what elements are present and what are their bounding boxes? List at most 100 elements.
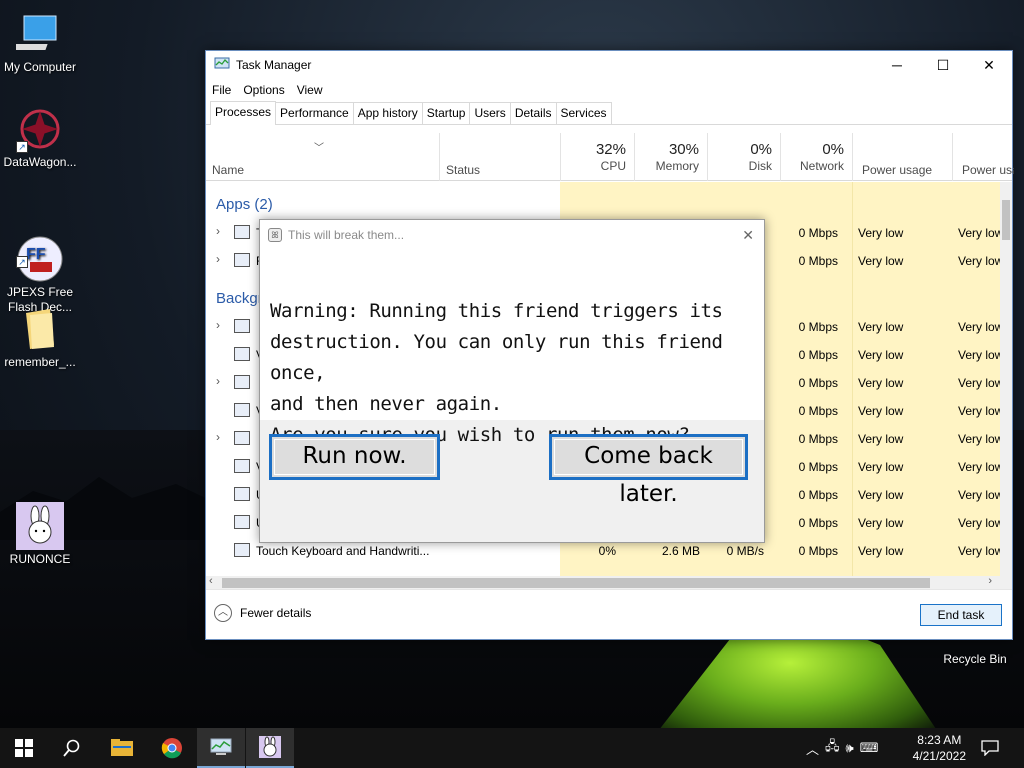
network-percent: 0% bbox=[822, 141, 844, 158]
desktop-icon-label: RUNONCE bbox=[9, 552, 71, 566]
column-memory[interactable]: 30% Memory bbox=[634, 133, 707, 181]
column-status-cell[interactable]: Status bbox=[439, 133, 560, 181]
disk-percent: 0% bbox=[750, 141, 772, 158]
close-icon[interactable]: ✕ bbox=[742, 227, 754, 244]
clock-date: 4/21/2022 bbox=[912, 749, 966, 763]
desktop-icon-my-computer[interactable]: My Computer bbox=[0, 10, 80, 75]
sort-chevron-icon[interactable]: ﹀ bbox=[314, 139, 324, 154]
tab-processes[interactable]: Processes bbox=[210, 101, 277, 125]
footer-bar: ︿ Fewer details End task bbox=[206, 589, 1012, 639]
come-back-later-label: Come back later. bbox=[584, 443, 713, 507]
keyboard-icon[interactable]: ⌨ bbox=[860, 740, 879, 756]
chevron-up-icon[interactable]: ︿ bbox=[806, 739, 819, 758]
fewer-details-button[interactable]: ︿ Fewer details bbox=[214, 604, 311, 622]
column-power-trend[interactable]: Power usa bbox=[952, 133, 1014, 181]
dialog-title-bar[interactable]: ꕤ This will break them... ✕ bbox=[260, 220, 764, 250]
power-usage-label: Power usage bbox=[862, 163, 933, 177]
column-name[interactable]: Name bbox=[212, 163, 244, 177]
search-button[interactable] bbox=[48, 728, 96, 768]
chevron-right-icon[interactable]: › bbox=[216, 252, 220, 266]
end-task-button[interactable]: End task bbox=[920, 604, 1002, 626]
minimize-button[interactable]: ─ bbox=[874, 51, 920, 79]
run-now-button[interactable]: Run now. bbox=[269, 434, 440, 480]
process-icon bbox=[234, 253, 250, 267]
group-apps: Apps (2) bbox=[216, 196, 273, 213]
column-power-usage[interactable]: Power usage bbox=[852, 133, 952, 181]
computer-icon bbox=[5, 10, 64, 58]
svg-text:FF: FF bbox=[26, 246, 46, 263]
menu-file[interactable]: File bbox=[212, 83, 231, 97]
tab-startup[interactable]: Startup bbox=[421, 102, 471, 124]
process-icon bbox=[234, 515, 250, 529]
start-button[interactable] bbox=[0, 728, 48, 768]
task-manager-taskbar-button[interactable] bbox=[197, 728, 245, 768]
process-name: Touch Keyboard and Handwriti... bbox=[256, 544, 430, 558]
desktop-icon-label: DataWagon... bbox=[3, 155, 77, 169]
tab-users[interactable]: Users bbox=[469, 102, 511, 124]
run-now-label: Run now. bbox=[302, 443, 407, 469]
horizontal-scrollbar[interactable]: ‹ › bbox=[206, 575, 1012, 590]
tab-details[interactable]: Details bbox=[509, 102, 557, 124]
chrome-button[interactable] bbox=[148, 728, 196, 768]
network-cell: 0 Mbps bbox=[798, 516, 838, 530]
column-network[interactable]: 0% Network bbox=[780, 133, 852, 181]
chevron-up-icon: ︿ bbox=[214, 604, 232, 622]
close-button[interactable]: ✕ bbox=[966, 51, 1012, 79]
network-cell: 0 Mbps bbox=[798, 254, 838, 268]
memory-label: Memory bbox=[655, 159, 699, 173]
tab-services[interactable]: Services bbox=[555, 102, 612, 124]
menu-options[interactable]: Options bbox=[243, 83, 284, 97]
desktop-icon-recycle-bin[interactable]: Recycle Bin bbox=[935, 652, 1015, 667]
file-explorer-button[interactable] bbox=[98, 728, 146, 768]
window-title: Task Manager bbox=[236, 58, 312, 72]
column-disk[interactable]: 0% Disk bbox=[707, 133, 780, 181]
desktop-icon-remember[interactable]: remember_... bbox=[0, 305, 80, 370]
chevron-right-icon[interactable]: › bbox=[216, 430, 220, 444]
power-trend-cell: Very low bbox=[958, 376, 1000, 390]
scroll-thumb[interactable] bbox=[222, 578, 930, 588]
power-cell: Very low bbox=[858, 226, 904, 240]
runonce-taskbar-button[interactable] bbox=[246, 728, 294, 768]
power-cell: Very low bbox=[858, 460, 904, 474]
chevron-right-icon[interactable]: › bbox=[216, 318, 220, 332]
power-cell: Very low bbox=[858, 376, 904, 390]
process-icon bbox=[234, 459, 250, 473]
process-icon bbox=[234, 319, 250, 333]
title-bar[interactable]: Task Manager ─ ☐ ✕ bbox=[206, 51, 1012, 79]
power-trend-cell: Very low bbox=[958, 254, 1000, 268]
scroll-left-icon[interactable]: ‹ bbox=[209, 575, 213, 587]
column-cpu[interactable]: 32% CPU bbox=[560, 133, 634, 181]
scroll-thumb[interactable] bbox=[1002, 200, 1010, 240]
process-icon bbox=[234, 543, 250, 557]
fewer-details-label: Fewer details bbox=[240, 606, 312, 620]
network-cell: 0 Mbps bbox=[798, 348, 838, 362]
desktop-icon-runonce[interactable]: RUNONCE bbox=[0, 502, 80, 567]
system-tray: ︿ 🖧 🕪 ⌨ bbox=[806, 728, 878, 768]
tab-app-history[interactable]: App history bbox=[352, 102, 423, 124]
scroll-right-icon[interactable]: › bbox=[988, 575, 992, 587]
process-icon bbox=[234, 487, 250, 501]
come-back-later-button[interactable]: Come back later. bbox=[549, 434, 748, 507]
clock[interactable]: 8:23 AM 4/21/2022 bbox=[913, 732, 966, 764]
power-trend-cell: Very low bbox=[958, 516, 1000, 530]
network-cell: 0 Mbps bbox=[798, 226, 838, 240]
menu-view[interactable]: View bbox=[297, 83, 323, 97]
notifications-button[interactable] bbox=[968, 728, 1012, 768]
network-icon[interactable]: 🖧 bbox=[825, 737, 840, 759]
tab-performance[interactable]: Performance bbox=[275, 102, 354, 124]
chevron-right-icon[interactable]: › bbox=[216, 374, 220, 388]
cpu-cell: 0% bbox=[598, 544, 616, 558]
maximize-button[interactable]: ☐ bbox=[920, 51, 966, 79]
notification-icon bbox=[981, 740, 999, 756]
desktop-icon-datawagon[interactable]: ↗ DataWagon... bbox=[0, 105, 80, 170]
desktop-icon-jpexs[interactable]: FF ↗ JPEXS Free Flash Dec... bbox=[0, 205, 80, 315]
volume-icon[interactable]: 🕪 bbox=[846, 740, 854, 756]
power-trend-cell: Very low bbox=[958, 320, 1000, 334]
chevron-right-icon[interactable]: › bbox=[216, 224, 220, 238]
process-icon bbox=[234, 403, 250, 417]
folder-icon bbox=[16, 305, 64, 353]
vertical-scrollbar[interactable] bbox=[1000, 182, 1012, 576]
network-cell: 0 Mbps bbox=[798, 404, 838, 418]
disk-cell: 0 MB/s bbox=[726, 544, 764, 558]
power-trend-label: Power usa bbox=[962, 163, 1014, 177]
